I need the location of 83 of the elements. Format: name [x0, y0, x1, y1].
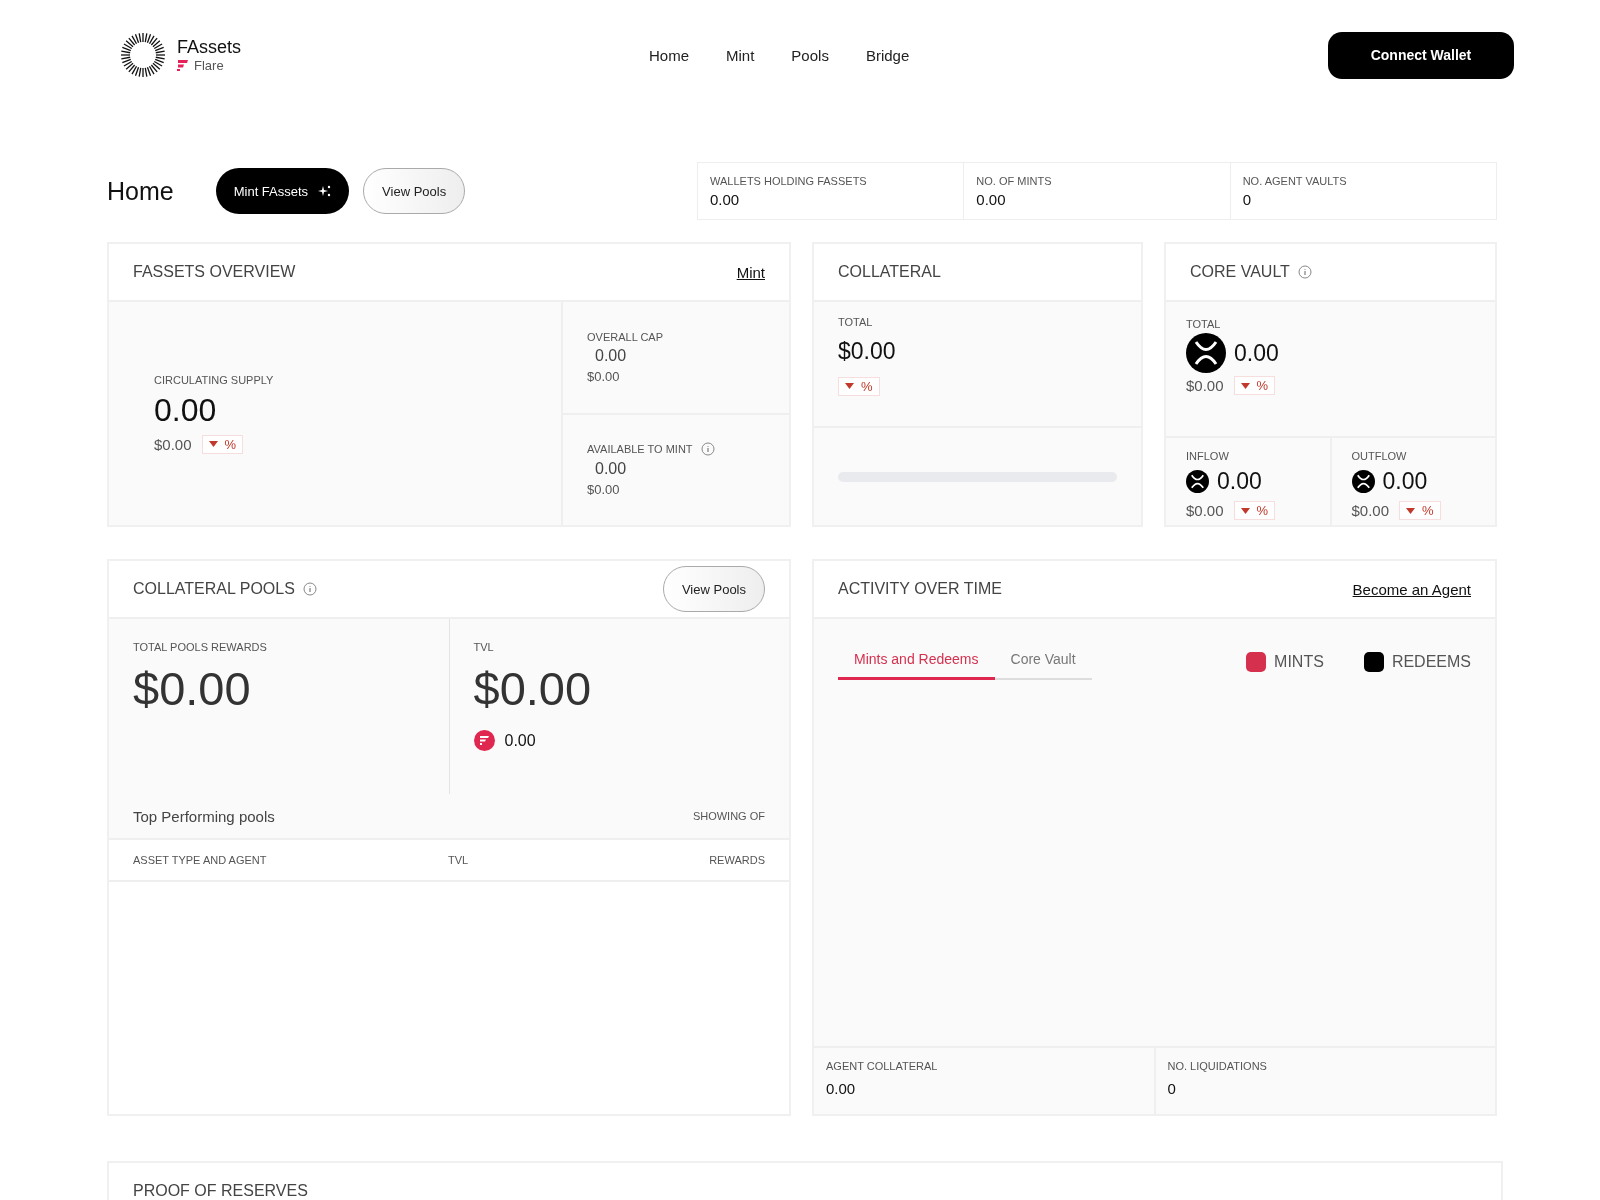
usd-value: $0.00 — [1351, 502, 1390, 519]
coin-icon — [1351, 470, 1375, 493]
logo-icon[interactable] — [119, 31, 167, 79]
mint-link[interactable]: Mint — [736, 263, 765, 281]
metric-label: AVAILABLE TO MINT — [587, 443, 693, 456]
usd-value: $0.00 — [1186, 377, 1224, 394]
flare-icon — [177, 60, 188, 71]
section-title: Top Performing pools — [133, 807, 275, 825]
chart-tab[interactable]: Core Vault — [994, 643, 1092, 680]
view-pools-button[interactable]: View Pools — [662, 566, 765, 612]
metric-value: $0.00 — [133, 661, 252, 716]
metric-value: $0.00 — [473, 661, 593, 716]
metric-label: CIRCULATING SUPPLY — [154, 373, 275, 386]
usd-value: $0.00 — [587, 368, 621, 384]
chart-tab[interactable]: Mints and Redeems — [838, 643, 995, 680]
column-header: TVL — [448, 854, 470, 866]
coin-icon — [1186, 470, 1209, 493]
change-percent: % — [1256, 378, 1269, 393]
metric-label: INFLOW — [1186, 450, 1230, 462]
connect-wallet-button[interactable]: Connect Wallet — [1328, 31, 1514, 79]
metric-value: $0.00 — [838, 338, 897, 365]
card-title: COLLATERAL POOLS — [133, 580, 295, 598]
info-icon[interactable] — [700, 442, 715, 457]
stat-value: 0.00 — [976, 190, 1007, 208]
showing-count: SHOWING OF — [692, 810, 765, 822]
metric-value: 0.00 — [594, 460, 628, 479]
metric-value: 0.00 — [1382, 468, 1428, 495]
column-header: ASSET TYPE AND AGENT — [133, 854, 268, 866]
mint-fassets-button[interactable]: Mint FAssets — [215, 168, 350, 214]
change-percent: % — [1422, 503, 1434, 518]
coin-icon — [1186, 333, 1226, 373]
flr-value: 0.00 — [504, 731, 536, 750]
usd-value: $0.00 — [1186, 502, 1224, 519]
become-agent-link[interactable]: Become an Agent — [1352, 580, 1471, 598]
page-title: Home — [107, 176, 174, 206]
caret-down-icon — [1406, 507, 1416, 514]
metric-value: 0.00 — [1234, 339, 1279, 367]
metric-value: 0.00 — [826, 1080, 857, 1097]
metric-label: TOTAL — [1186, 318, 1222, 330]
flare-coin-icon — [473, 730, 495, 751]
caret-down-icon — [208, 441, 218, 447]
stat-label: WALLETS HOLDING FASSETS — [710, 174, 868, 187]
metric-value: 0.00 — [594, 346, 628, 365]
metric-value: 0.00 — [154, 391, 218, 429]
metric-value: 0 — [1167, 1080, 1177, 1097]
usd-value: $0.00 — [154, 435, 192, 453]
nav-link[interactable]: Home — [649, 46, 689, 64]
brand-name: FAssets — [177, 37, 242, 58]
caret-down-icon — [845, 383, 854, 389]
metric-label: NO. LIQUIDATIONS — [1167, 1060, 1268, 1072]
metric-value: 0.00 — [1217, 468, 1262, 495]
stat-value: 0 — [1242, 190, 1252, 208]
metric-label: TOTAL POOLS REWARDS — [133, 641, 268, 653]
card-title: COLLATERAL — [838, 263, 941, 281]
legend-label: MINTS — [1274, 652, 1324, 671]
view-pools-button[interactable]: View Pools — [363, 168, 466, 214]
metric-label: TOTAL — [838, 316, 874, 328]
sparkle-icon — [318, 184, 332, 198]
change-percent: % — [861, 378, 873, 394]
info-icon[interactable] — [302, 582, 317, 596]
network-name: Flare — [194, 58, 224, 73]
stat-value: 0.00 — [710, 190, 741, 208]
card-title: FASSETS OVERVIEW — [133, 263, 296, 281]
legend-label: REDEEMS — [1391, 652, 1471, 671]
caret-down-icon — [1240, 507, 1250, 514]
metric-label: AGENT COLLATERAL — [826, 1060, 939, 1072]
change-percent: % — [224, 436, 237, 452]
column-header: REWARDS — [709, 854, 765, 866]
caret-down-icon — [1240, 382, 1250, 389]
usd-value: $0.00 — [587, 482, 621, 498]
stat-label: NO. OF MINTS — [976, 174, 1053, 187]
change-percent: % — [1256, 503, 1269, 518]
metric-label: OVERALL CAP — [587, 330, 664, 343]
info-icon[interactable] — [1297, 265, 1312, 279]
card-title: ACTIVITY OVER TIME — [838, 580, 1002, 598]
nav-link[interactable]: Pools — [791, 46, 829, 64]
card-title: PROOF OF RESERVES — [133, 1182, 308, 1200]
metric-label: OUTFLOW — [1351, 450, 1408, 462]
card-title: CORE VAULT — [1190, 263, 1290, 281]
nav-link[interactable]: Mint — [726, 46, 755, 64]
metric-label: TVL — [473, 641, 495, 653]
nav-link[interactable]: Bridge — [865, 46, 910, 64]
stat-label: NO. AGENT VAULTS — [1242, 174, 1348, 187]
